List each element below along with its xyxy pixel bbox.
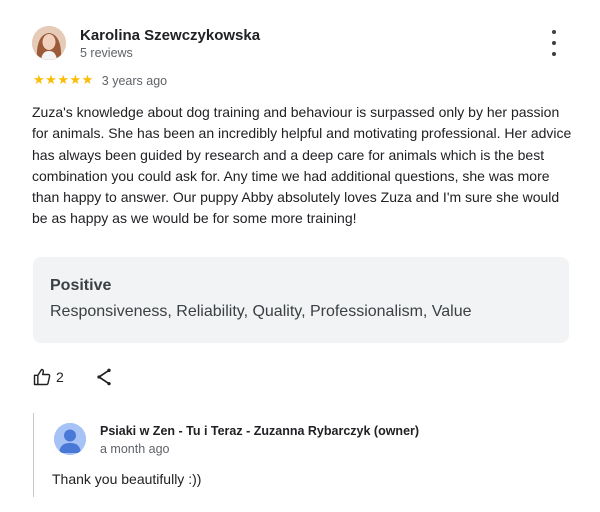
like-button[interactable]: 2 bbox=[32, 367, 64, 387]
review-text: Zuza's knowledge about dog training and … bbox=[32, 104, 572, 227]
owner-name: Psiaki w Zen - Tu i Teraz - Zuzanna Ryba… bbox=[100, 424, 420, 438]
star-icon: ★ bbox=[45, 73, 57, 88]
person-icon bbox=[54, 423, 86, 455]
star-rating: ★ ★ ★ ★ ★ bbox=[33, 74, 94, 88]
star-icon: ★ bbox=[81, 73, 94, 88]
star-icon: ★ bbox=[57, 73, 69, 88]
star-icon: ★ bbox=[33, 73, 45, 88]
reviewer-photo-icon bbox=[32, 26, 66, 60]
share-icon[interactable] bbox=[94, 367, 114, 387]
more-vert-icon[interactable] bbox=[546, 30, 562, 56]
owner-reply-text: Thank you beautifully :)) bbox=[52, 471, 202, 487]
owner-reply-age: a month ago bbox=[100, 442, 170, 456]
reviewer-review-count: 5 reviews bbox=[80, 46, 133, 60]
owner-avatar bbox=[54, 423, 86, 455]
highlights-title: Positive bbox=[50, 277, 112, 294]
thumb-up-icon bbox=[33, 368, 51, 386]
highlights-items: Responsiveness, Reliability, Quality, Pr… bbox=[50, 303, 472, 320]
review-actions: 2 bbox=[32, 366, 114, 388]
rating-row: ★ ★ ★ ★ ★ 3 years ago bbox=[33, 73, 167, 89]
owner-reply: Psiaki w Zen - Tu i Teraz - Zuzanna Ryba… bbox=[33, 413, 574, 497]
review-header: Karolina Szewczykowska 5 reviews bbox=[32, 24, 570, 64]
review-age: 3 years ago bbox=[101, 74, 168, 88]
reviewer-avatar[interactable] bbox=[32, 26, 66, 60]
highlights-panel: Positive Responsiveness, Reliability, Qu… bbox=[33, 257, 569, 343]
star-icon: ★ bbox=[69, 73, 82, 88]
reviewer-name[interactable]: Karolina Szewczykowska bbox=[80, 27, 260, 44]
like-count: 2 bbox=[56, 369, 64, 385]
